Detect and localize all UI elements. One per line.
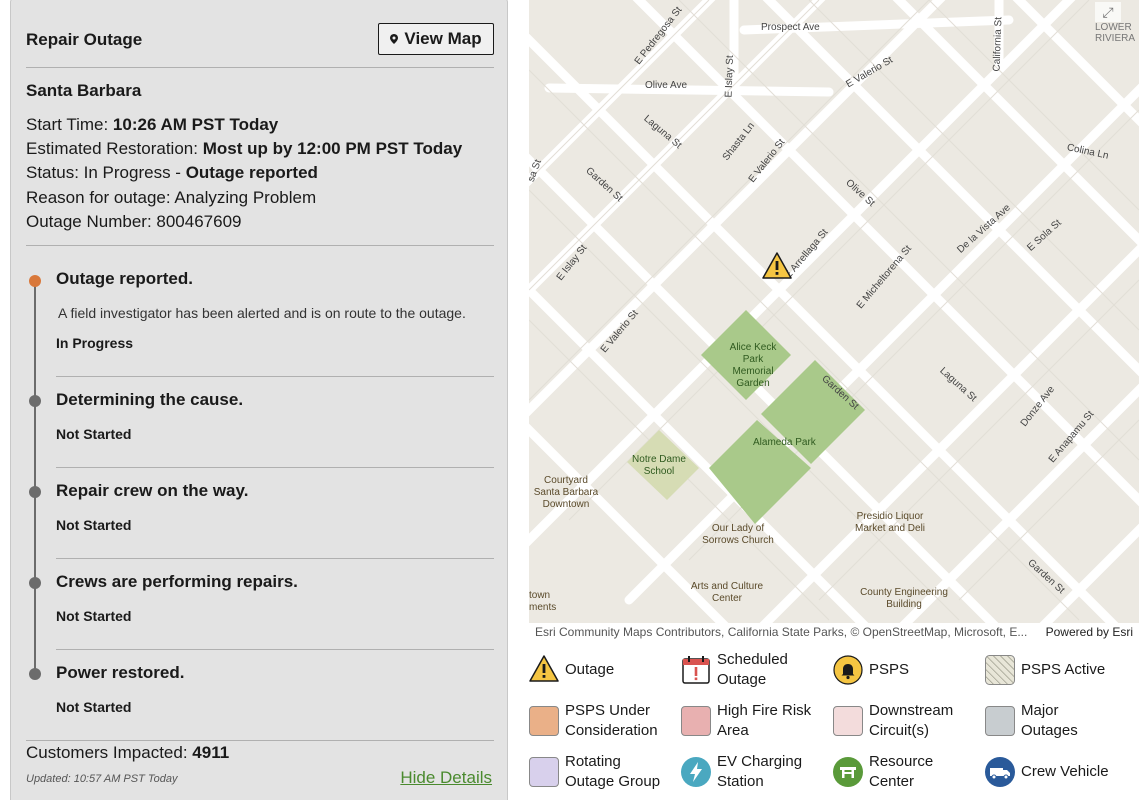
legend-label: PSPS Under Consideration [565,702,658,739]
legend-label: Crew Vehicle [1021,763,1109,780]
map-attribution: Esri Community Maps Contributors, Califo… [529,623,1139,641]
timeline-dot-active [29,275,41,287]
divider [26,740,494,741]
divider [56,467,494,468]
legend-label: Downstream Circuit(s) [869,702,954,739]
view-map-button[interactable]: View Map [378,23,494,55]
swatch-icon [529,757,559,787]
view-map-label: View Map [404,29,482,48]
panel-header: Repair Outage View Map [26,23,494,55]
attribution-text: Esri Community Maps Contributors, Califo… [535,625,1028,639]
legend-resource-center: Resource Center [833,752,949,792]
map-canvas [529,0,1139,623]
legend-rotating-outage-group: Rotating Outage Group [529,752,665,792]
swatch-icon [681,706,711,736]
step-title: Crews are performing repairs. [56,572,298,591]
map-pin-icon [390,34,399,44]
street-label: Olive Ave [645,80,688,91]
legend-psps-active: PSPS Active [985,650,1105,690]
timeline-dot [29,486,41,498]
city-name: Santa Barbara [26,81,142,100]
step-title: Repair crew on the way. [56,481,249,500]
hatched-swatch-icon [985,655,1015,685]
outage-marker-icon[interactable] [762,252,792,280]
school-label: Notre Dame School [632,454,686,477]
legend-label: Outage [565,661,615,678]
divider [56,649,494,650]
timeline-dot [29,668,41,680]
legend-major-outages: Major Outages [985,701,1091,741]
neighborhood-label: LOWER RIVIERA [1095,22,1136,44]
updated-timestamp: Updated: 10:57 AM PST Today [26,773,178,785]
powered-by-link[interactable]: Powered by Esri [1046,625,1133,639]
crew-vehicle-icon [985,757,1015,787]
legend-label: High Fire Risk Area [717,702,812,739]
park-label: Alice Keck Park Memorial Garden [729,342,777,389]
street-label: E Islay St [723,55,736,98]
legend-ev-charging: EV Charging Station [681,752,807,792]
panel-title: Repair Outage [26,30,143,49]
swatch-icon [833,706,863,736]
ev-charging-icon [681,757,711,787]
street-label: California St [991,16,1005,72]
legend-psps: PSPS [833,650,909,690]
step-status: Not Started [56,699,132,715]
poi-label: Our Lady of Sorrows Church [702,523,774,546]
legend-label: Scheduled Outage [717,651,788,688]
divider [56,376,494,377]
step-title: Determining the cause. [56,390,244,409]
calendar-alert-icon [681,655,711,685]
divider [26,245,494,246]
step-status: Not Started [56,517,132,533]
step-status: Not Started [56,426,132,442]
swatch-icon [529,706,559,736]
legend-label: Major Outages [1021,702,1078,739]
hide-details-link[interactable]: Hide Details [400,768,492,788]
outage-map[interactable]: E Pedregosa St Prospect Ave California S… [529,0,1139,623]
outage-reason: Reason for outage: Analyzing Problem [26,188,317,207]
legend-high-fire-risk: High Fire Risk Area [681,701,817,741]
legend-label: PSPS Active [1021,661,1106,678]
street-label: Prospect Ave [761,22,820,33]
bell-icon [833,655,863,685]
timeline-dot [29,395,41,407]
expand-map-icon[interactable]: ⤢ [1095,2,1121,22]
outage-details-panel: Repair Outage View Map Santa Barbara Sta… [10,0,508,800]
status-line: Status: In Progress - Outage reported [26,163,318,182]
poi-label: Courtyard Santa Barbara Downtown [533,475,599,510]
customers-impacted: Customers Impacted: 4911 [26,743,230,762]
legend-label: EV Charging Station [717,753,803,790]
divider [56,558,494,559]
start-time: Start Time: 10:26 AM PST Today [26,115,279,134]
outage-number: Outage Number: 800467609 [26,212,242,231]
legend-label: Rotating Outage Group [565,753,661,790]
legend-downstream-circuits: Downstream Circuit(s) [833,701,969,741]
legend-outage: Outage [529,650,614,690]
legend-crew-vehicle: Crew Vehicle [985,752,1109,792]
step-status: In Progress [56,335,134,351]
legend-label: Resource Center [869,753,934,790]
step-title: Power restored. [56,663,185,682]
legend-psps-under-consideration: PSPS Under Consideration [529,701,675,741]
outage-page: Repair Outage View Map Santa Barbara Sta… [0,0,1139,800]
estimated-restoration: Estimated Restoration: Most up by 12:00 … [26,139,463,158]
timeline-dot [29,577,41,589]
legend-scheduled-outage: Scheduled Outage [681,650,797,690]
poi-label: town ments [529,590,557,613]
poi-label: Presidio Liquor Market and Deli [854,511,926,534]
warning-triangle-icon [529,655,559,685]
legend-label: PSPS [869,661,910,678]
poi-label: Arts and Culture Center [690,581,764,604]
park-label: Alameda Park [753,437,816,448]
step-status: Not Started [56,608,132,624]
step-description: A field investigator has been alerted an… [58,305,466,321]
resource-center-icon [833,757,863,787]
poi-label: County Engineering Building [860,587,948,610]
step-title: Outage reported. [56,269,193,288]
timeline-track [34,281,36,677]
swatch-icon [985,706,1015,736]
divider [26,67,494,68]
